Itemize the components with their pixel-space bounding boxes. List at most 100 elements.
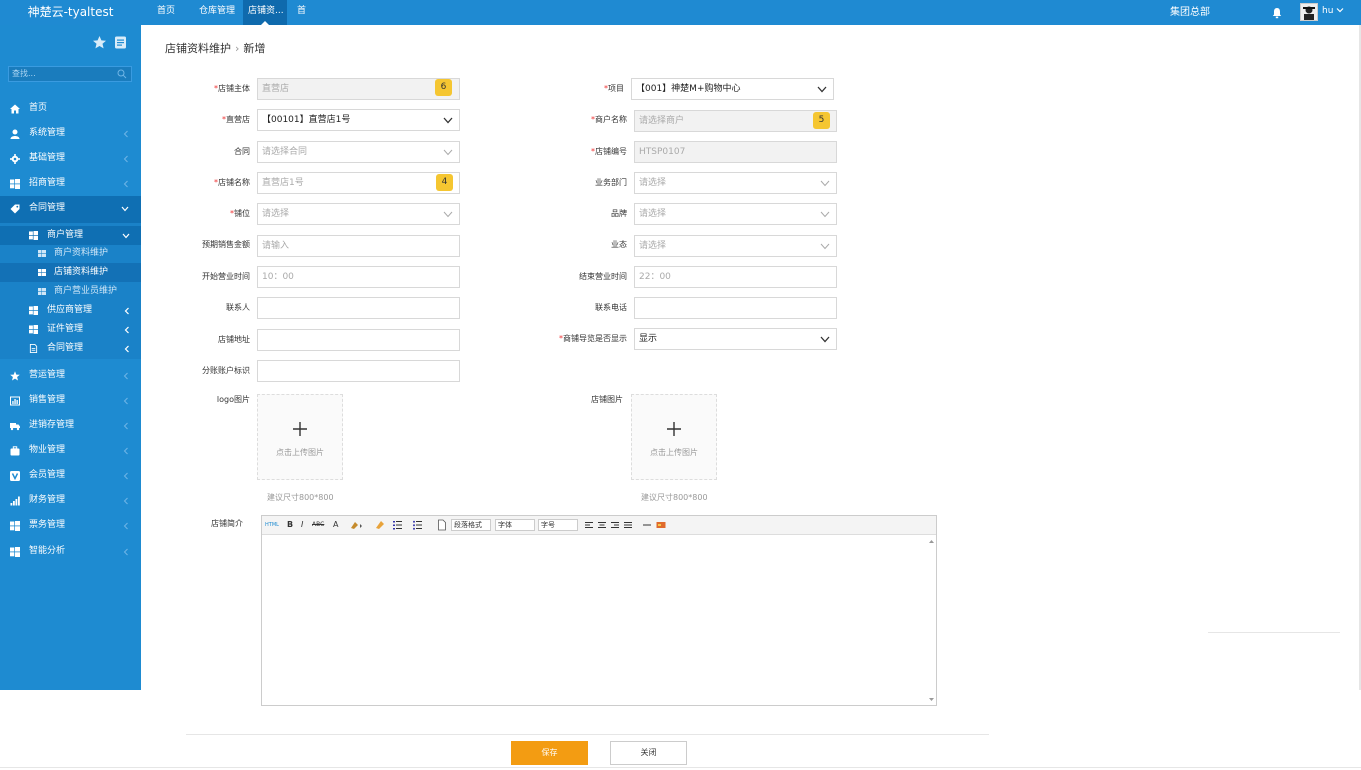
close-button[interactable]: 关闭 xyxy=(610,741,687,765)
sidebar-item-contract[interactable]: 合同管理 xyxy=(0,196,141,223)
sidebar-item-basic[interactable]: 基础管理 xyxy=(0,146,141,171)
sidebar-item-ticket[interactable]: 票务管理 xyxy=(0,513,141,538)
editor-bold-button[interactable]: B xyxy=(287,519,293,531)
project-select[interactable]: 【001】神楚M+购物中心 xyxy=(631,78,834,100)
align-left-icon[interactable] xyxy=(584,519,594,531)
sidebar-item-analytics[interactable]: 智能分析 xyxy=(0,539,141,564)
chevron-down-icon xyxy=(443,211,453,218)
sidebar-item-property[interactable]: 物业管理 xyxy=(0,438,141,463)
sidebar-leaf-store-info[interactable]: 店铺资料维护 xyxy=(0,263,141,282)
sidebar-leaf-merchant-staff[interactable]: 商户营业员维护 xyxy=(0,282,141,301)
chevron-down-icon xyxy=(820,180,830,187)
chevron-down-icon[interactable] xyxy=(1336,6,1344,14)
department-select[interactable]: 请选择 xyxy=(634,172,837,194)
editor-html-button[interactable]: HTML xyxy=(265,519,279,531)
sidebar-item-home[interactable]: 首页 xyxy=(0,96,141,121)
contact-input[interactable] xyxy=(257,297,460,319)
sidebar-subitem-contract[interactable]: 合同管理 xyxy=(0,339,141,358)
phone-input[interactable] xyxy=(634,297,837,319)
nav-tab-more[interactable]: 首 xyxy=(297,0,311,25)
chevron-left-icon xyxy=(123,130,128,138)
sidebar-item-sales[interactable]: 销售管理 xyxy=(0,388,141,413)
sidebar-subitem-merchant[interactable]: 商户管理 xyxy=(0,226,141,245)
briefcase-icon xyxy=(10,446,20,456)
sidebar-subitem-supplier[interactable]: 供应商管理 xyxy=(0,301,141,320)
sidebar-item-inventory[interactable]: 进销存管理 xyxy=(0,413,141,438)
user-name[interactable]: hu xyxy=(1322,0,1333,22)
sidebar: 查找... 首页 系统管理 基础管理 招商管理 合同管理 商户管理 商户资料维护 xyxy=(0,25,141,690)
nav-tab-home[interactable]: 首页 xyxy=(157,0,179,25)
eraser-icon[interactable] xyxy=(374,519,386,531)
berth-label: *铺位 xyxy=(230,209,250,218)
berth-select[interactable]: 请选择 xyxy=(257,203,460,225)
editor-paragraph-select[interactable]: 段落格式 xyxy=(451,519,491,531)
avatar[interactable] xyxy=(1300,3,1318,21)
highlight-icon[interactable] xyxy=(350,519,364,531)
align-justify-icon[interactable] xyxy=(623,519,633,531)
open-time-input[interactable]: 10：00 xyxy=(257,266,460,288)
save-button[interactable]: 保存 xyxy=(511,741,588,765)
merchant-name-field[interactable]: 请选择商户 xyxy=(634,110,837,132)
direct-store-label: *直营店 xyxy=(222,115,250,124)
sidebar-item-member[interactable]: 会员管理 xyxy=(0,463,141,488)
chevron-down-icon xyxy=(820,211,830,218)
star-icon[interactable] xyxy=(92,35,107,50)
app-brand: 神楚云-tyaltest xyxy=(27,5,114,19)
breadcrumb-parent[interactable]: 店铺资料维护 xyxy=(165,42,231,55)
editor-strike-button[interactable]: ABC xyxy=(312,519,324,531)
logo-label: logo图片 xyxy=(216,395,250,404)
editor-scrollbar[interactable] xyxy=(927,536,936,705)
nav-tab-warehouse[interactable]: 仓库管理 xyxy=(199,0,239,25)
brand-select[interactable]: 请选择 xyxy=(634,203,837,225)
split-account-input[interactable] xyxy=(257,360,460,382)
close-time-input[interactable]: 22：00 xyxy=(634,266,837,288)
store-image-label: 店铺图片 xyxy=(591,395,623,404)
unordered-list-icon[interactable] xyxy=(412,519,428,531)
align-right-icon[interactable] xyxy=(610,519,620,531)
horizontal-rule-icon[interactable] xyxy=(642,519,652,531)
org-name[interactable]: 集团总部 xyxy=(1170,0,1210,26)
contract-select[interactable]: 请选择合同 xyxy=(257,141,460,163)
logo-upload[interactable]: 点击上传图片 xyxy=(257,394,343,480)
direct-store-select[interactable]: 【00101】直营店1号 xyxy=(257,109,460,131)
sidebar-item-label: 物业管理 xyxy=(29,445,66,455)
nav-tab-store-info[interactable]: 店铺资... xyxy=(243,0,287,25)
list-icon[interactable] xyxy=(113,35,128,50)
sidebar-item-system[interactable]: 系统管理 xyxy=(0,121,141,146)
store-image-upload[interactable]: 点击上传图片 xyxy=(631,394,717,480)
image-icon[interactable] xyxy=(656,519,666,531)
store-code-value: HTSP0107 xyxy=(639,147,686,157)
store-name-input[interactable]: 直营店1号 xyxy=(257,172,460,194)
department-placeholder: 请选择 xyxy=(639,178,667,188)
phone-label: 联系电话 xyxy=(595,303,627,312)
open-time-placeholder: 10：00 xyxy=(262,272,294,282)
search-icon[interactable] xyxy=(117,69,127,79)
sidebar-item-investment[interactable]: 招商管理 xyxy=(0,171,141,196)
guide-display-select[interactable]: 显示 xyxy=(634,328,837,350)
sidebar-leaf-label: 商户资料维护 xyxy=(54,248,109,258)
address-input[interactable] xyxy=(257,329,460,351)
sidebar-subitem-label: 供应商管理 xyxy=(47,305,93,315)
breadcrumb-current: 新增 xyxy=(243,42,266,55)
sidebar-item-operations[interactable]: 营运管理 xyxy=(0,363,141,388)
rich-text-editor[interactable]: HTML B I ABC A 段落格式 字体 字号 xyxy=(261,515,937,706)
sidebar-submenu-contract: 商户管理 商户资料维护 店铺资料维护 商户营业员维护 供应商管理 证件管理 合同… xyxy=(0,223,141,359)
expected-sales-input[interactable]: 请输入 xyxy=(257,235,460,257)
document-icon[interactable] xyxy=(437,519,447,531)
brand-placeholder: 请选择 xyxy=(639,209,667,219)
footer-divider xyxy=(186,734,989,735)
chevron-left-icon xyxy=(123,155,128,163)
align-center-icon[interactable] xyxy=(597,519,607,531)
editor-font-select[interactable]: 字体 xyxy=(495,519,535,531)
editor-size-select[interactable]: 字号 xyxy=(538,519,578,531)
editor-font-color-button[interactable]: A xyxy=(333,519,338,531)
sidebar-search-input[interactable]: 查找... xyxy=(8,66,132,82)
sidebar-item-finance[interactable]: 财务管理 xyxy=(0,488,141,513)
bell-icon[interactable] xyxy=(1271,7,1283,19)
sidebar-subitem-license[interactable]: 证件管理 xyxy=(0,320,141,339)
ordered-list-icon[interactable] xyxy=(392,519,408,531)
editor-italic-button[interactable]: I xyxy=(301,519,303,531)
sidebar-leaf-merchant-info[interactable]: 商户资料维护 xyxy=(0,244,141,263)
windows-icon xyxy=(10,179,20,189)
business-format-select[interactable]: 请选择 xyxy=(634,235,837,257)
